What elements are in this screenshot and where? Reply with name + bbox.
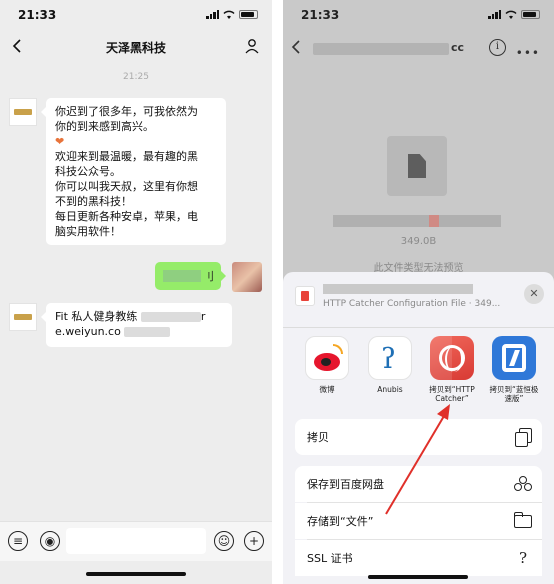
chat-title: 天泽黑科技 [105, 41, 166, 55]
save-to-files-action[interactable]: 存储到“文件” [295, 503, 542, 539]
screenshot-stage: 21:33 天泽黑科技 21:25 你迟到了很多年，可我依然为 你的到来感到高兴… [0, 0, 554, 584]
message-line: 你迟到了很多年，可我依然为 [55, 105, 198, 118]
status-icons [206, 10, 258, 19]
user-avatar[interactable] [232, 262, 262, 292]
close-icon[interactable]: ✕ [524, 284, 544, 304]
share-sheet: HTTP Catcher Configuration File · 349...… [283, 272, 554, 584]
message-line: 欢迎来到最温暖，最有趣的黑 [55, 150, 198, 163]
document-icon [408, 154, 426, 178]
ssl-certificate-action[interactable]: SSL 证书 ? [295, 540, 542, 576]
message-line: 脑实用软件！ [55, 225, 121, 238]
plus-icon[interactable]: + [244, 531, 264, 551]
action-label: 拷贝 [307, 431, 329, 444]
status-time: 21:33 [301, 8, 340, 22]
info-icon[interactable]: i [489, 39, 506, 56]
http-catcher-icon [430, 336, 474, 380]
redacted-title [313, 43, 449, 55]
message-input[interactable] [66, 528, 206, 554]
message-line: 科技公众号。 [55, 165, 121, 178]
wifi-icon [505, 10, 517, 19]
weibo-icon [305, 336, 349, 380]
lanheng-icon [492, 336, 536, 380]
home-indicator [86, 572, 186, 576]
action-label: 存储到“文件” [307, 515, 374, 528]
app-label: 微博 [319, 385, 335, 394]
link-text: Fit 私人健身教练 [55, 310, 138, 323]
wifi-icon [223, 10, 235, 19]
copy-icon [514, 428, 532, 447]
link-url: e.weiyun.co [55, 325, 121, 338]
account-logo [14, 314, 32, 320]
anubis-icon: ʔ [368, 336, 412, 380]
back-chevron-icon[interactable] [289, 39, 305, 55]
person-icon[interactable] [244, 38, 260, 54]
official-account-avatar[interactable] [9, 303, 37, 331]
file-title-tail: cc [451, 41, 465, 54]
home-indicator [368, 575, 468, 579]
signal-icon [488, 10, 501, 19]
share-sheet-header: HTTP Catcher Configuration File · 349...… [283, 272, 554, 328]
action-label: SSL 证书 [307, 552, 353, 565]
chat-timestamp: 21:25 [123, 72, 149, 82]
save-to-baidu-action[interactable]: 保存到百度网盘 [295, 466, 542, 502]
redacted-file-name [333, 215, 501, 227]
link-message-bubble[interactable]: Fit 私人健身教练 r e.weiyun.co [41, 303, 232, 347]
message-line: 不到的黑科技！ [55, 195, 132, 208]
file-type-icon [295, 286, 315, 306]
file-size: 349.0B [400, 236, 437, 247]
status-bar: 21:33 [283, 0, 554, 30]
redacted-mark [429, 215, 439, 227]
message-line: 你的到来感到高兴。 [55, 120, 154, 133]
battery-icon [239, 10, 258, 19]
more-icon[interactable]: ••• [516, 46, 540, 60]
sent-message-tail: 刂 [203, 270, 214, 283]
baidu-netdisk-icon [514, 475, 532, 493]
file-preview-box [387, 136, 447, 196]
emoji-icon[interactable]: ☺ [214, 531, 234, 551]
account-logo [14, 109, 32, 115]
share-app-anubis[interactable]: ʔ Anubis [360, 336, 420, 394]
sent-message-bubble: 刂 [155, 262, 226, 290]
share-apps-row: 微博 ʔ Anubis 拷贝到“HTTP Catcher” 拷贝到“蓝恒极 速版… [283, 336, 554, 416]
action-label: 保存到百度网盘 [307, 478, 384, 491]
wechat-chat-screen: 21:33 天泽黑科技 21:25 你迟到了很多年，可我依然为 你的到来感到高兴… [0, 0, 272, 584]
file-description: HTTP Catcher Configuration File · 349... [323, 299, 501, 309]
share-app-http-catcher[interactable]: 拷贝到“HTTP Catcher” [422, 336, 482, 403]
official-account-avatar[interactable] [9, 98, 37, 126]
ssl-icon: ? [518, 549, 528, 567]
redacted-file-name [323, 284, 473, 294]
voice-mode-icon[interactable]: ≡ [8, 531, 28, 551]
app-label: 拷贝到“蓝恒极 速版” [489, 385, 539, 403]
status-bar: 21:33 [0, 0, 272, 30]
share-app-lanheng[interactable]: 拷贝到“蓝恒极 速版” [484, 336, 544, 403]
app-label: 拷贝到“HTTP Catcher” [429, 385, 475, 403]
battery-icon [521, 10, 540, 19]
message-line: 每日更新各种安卓，苹果，电 [55, 210, 198, 223]
redacted-text [163, 270, 201, 282]
message-line: 你可以叫我天叔，这里有你想 [55, 180, 198, 193]
redacted-text [140, 312, 201, 322]
share-app-weibo[interactable]: 微博 [297, 336, 357, 394]
signal-icon [206, 10, 219, 19]
status-time: 21:33 [18, 8, 57, 22]
copy-action[interactable]: 拷贝 [295, 419, 542, 455]
chat-input-bar: ≡ ◉ ☺ + [0, 521, 272, 561]
folder-icon [514, 512, 532, 528]
heart-emoji: ❤ [55, 135, 65, 148]
message-line: e.weiyun.co [55, 324, 223, 339]
redacted-text [124, 327, 171, 337]
chat-navbar: 天泽黑科技 [0, 30, 272, 64]
file-share-screen: 21:33 cc i ••• 349.0B 此文件类型无法预览 HTTP Cat… [283, 0, 554, 584]
welcome-message-bubble: 你迟到了很多年，可我依然为 你的到来感到高兴。 ❤ 欢迎来到最温暖，最有趣的黑 … [41, 98, 226, 245]
audio-wave-icon[interactable]: ◉ [40, 531, 60, 551]
file-navbar: cc i ••• [283, 30, 554, 66]
link-text-tail: r [200, 310, 206, 323]
message-line: Fit 私人健身教练 r [55, 309, 223, 324]
app-label: Anubis [377, 385, 403, 394]
status-icons [488, 10, 540, 19]
